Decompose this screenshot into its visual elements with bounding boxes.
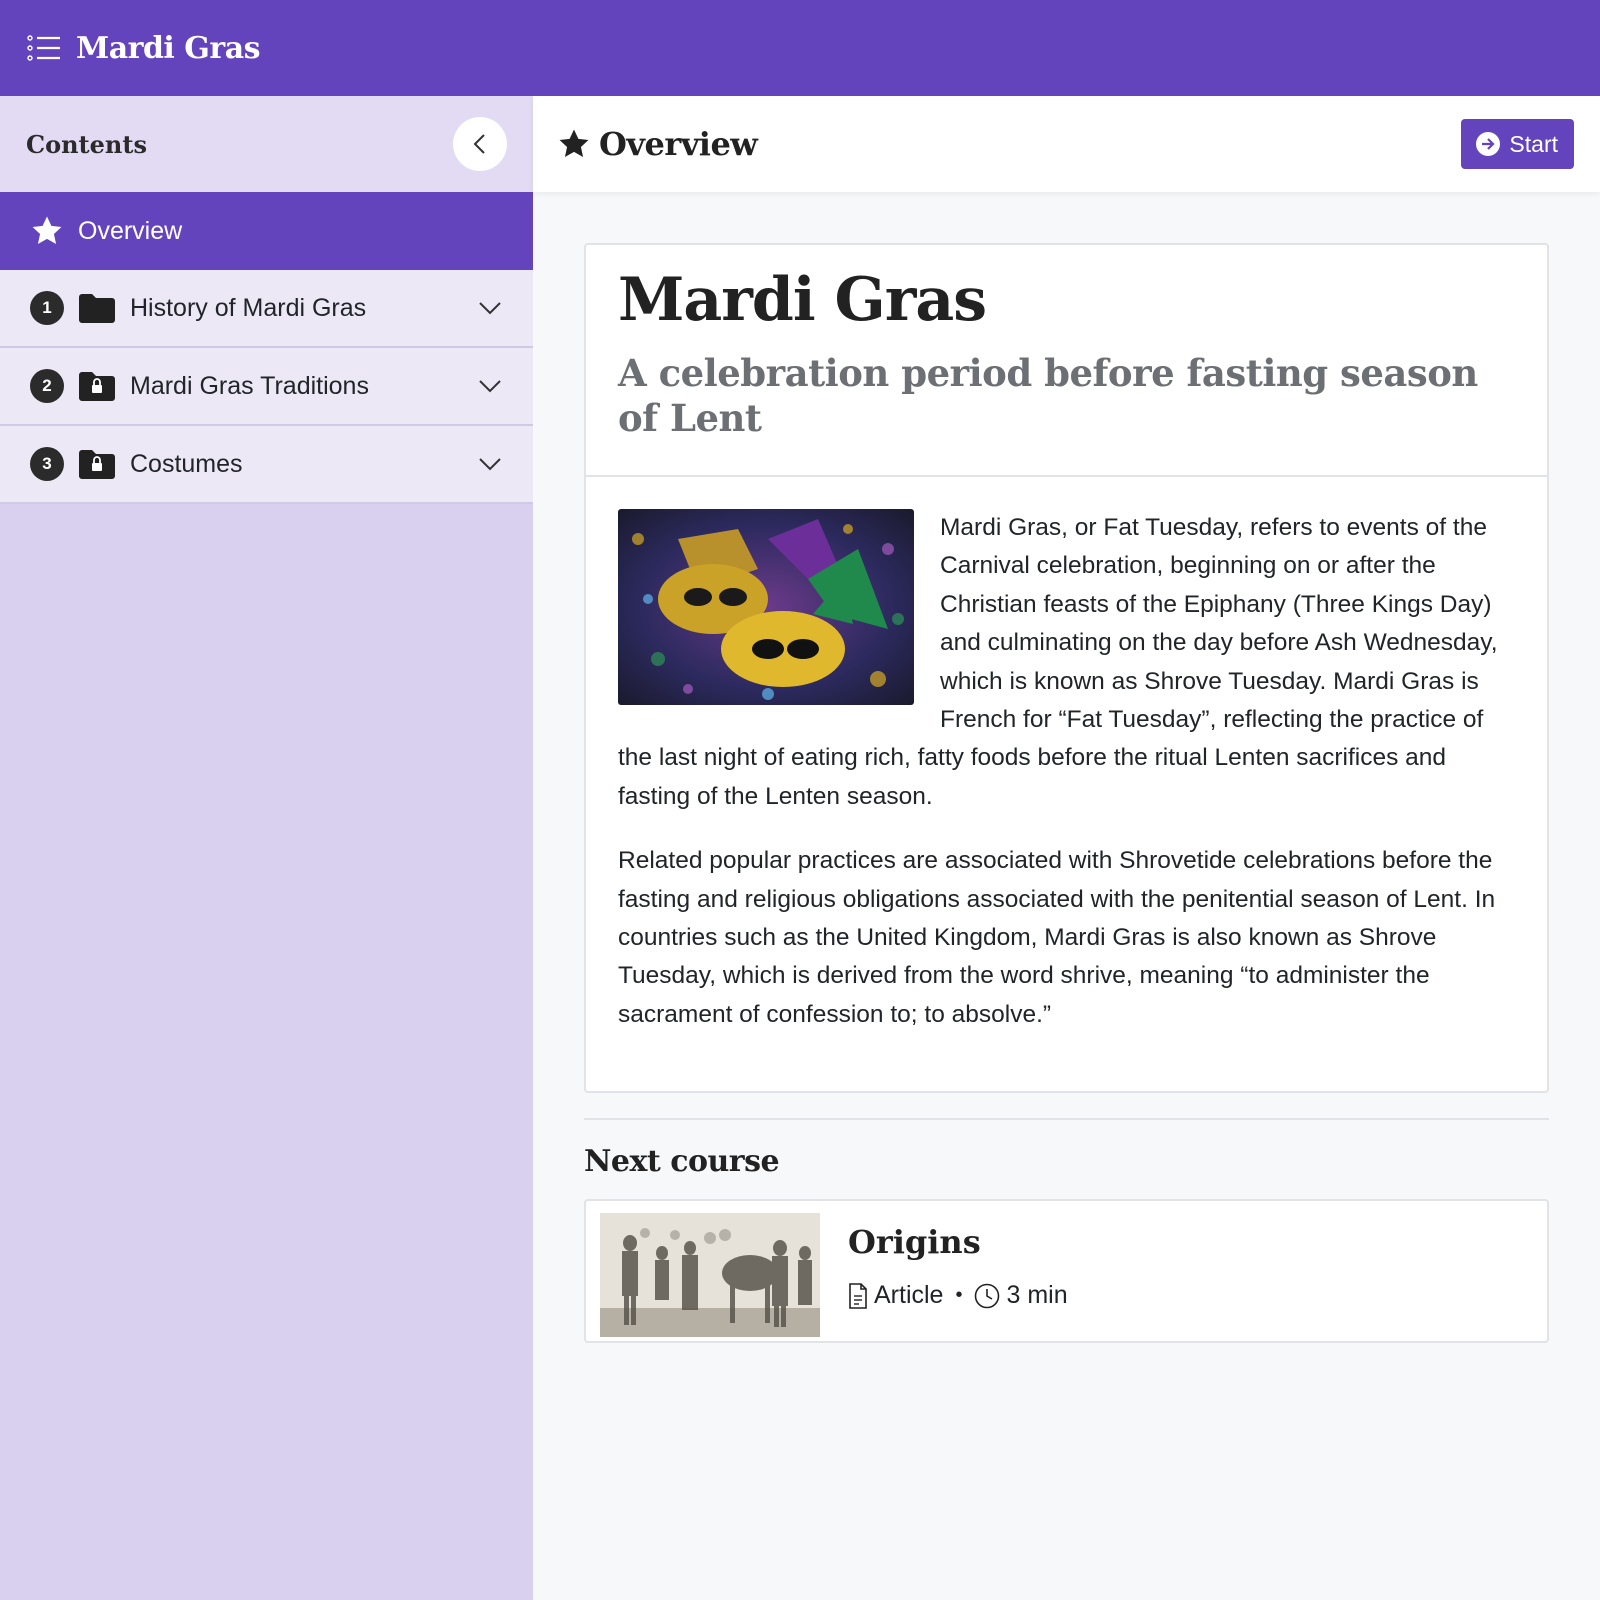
arrow-right-circle-icon bbox=[1476, 132, 1501, 156]
mardi-gras-masks-image bbox=[618, 509, 914, 705]
start-button-label: Start bbox=[1509, 130, 1558, 157]
folder-lock-icon bbox=[78, 369, 116, 403]
folder-lock-icon bbox=[78, 447, 116, 481]
sidebar-item-label: Overview bbox=[78, 216, 183, 245]
page-title: Overview bbox=[557, 125, 758, 163]
sidebar-item-label: History of Mardi Gras bbox=[130, 293, 367, 322]
sidebar-item-overview[interactable]: Overview bbox=[0, 192, 533, 270]
clock-icon bbox=[975, 1283, 1000, 1308]
app-title: Mardi Gras bbox=[76, 30, 261, 66]
star-icon bbox=[559, 129, 589, 158]
next-course-card[interactable]: Origins Article • 3 min bbox=[584, 1199, 1549, 1343]
course-meta: Article • 3 min bbox=[848, 1281, 1068, 1310]
historical-engraving-image bbox=[600, 1213, 820, 1337]
sidebar-item-label: Mardi Gras Traditions bbox=[130, 371, 369, 400]
step-number-badge: 3 bbox=[30, 447, 64, 481]
list-menu-icon[interactable] bbox=[26, 33, 62, 63]
sidebar: Contents Overview 1 History of Mardi Gra… bbox=[0, 96, 533, 1600]
sidebar-item-costumes[interactable]: 3 Costumes bbox=[0, 426, 533, 504]
overview-paragraph: Related popular practices are associated… bbox=[618, 847, 1496, 1028]
page-title-text: Overview bbox=[599, 125, 758, 163]
sidebar-item-history[interactable]: 1 History of Mardi Gras bbox=[0, 270, 533, 348]
sidebar-title: Contents bbox=[26, 129, 147, 159]
chevron-down-icon[interactable] bbox=[477, 379, 503, 393]
sidebar-item-traditions[interactable]: 2 Mardi Gras Traditions bbox=[0, 348, 533, 426]
overview-card: Mardi Gras A celebration period before f… bbox=[584, 243, 1549, 1093]
section-divider bbox=[584, 1118, 1549, 1120]
chevron-down-icon[interactable] bbox=[477, 457, 503, 471]
sidebar-item-label: Costumes bbox=[130, 449, 243, 478]
card-subtitle: A celebration period before fasting seas… bbox=[618, 351, 1478, 440]
course-type: Article bbox=[874, 1281, 944, 1309]
meta-separator: • bbox=[955, 1284, 963, 1306]
course-name: Origins bbox=[848, 1223, 981, 1261]
step-number-badge: 1 bbox=[30, 291, 64, 325]
star-icon bbox=[32, 216, 62, 245]
document-icon bbox=[849, 1282, 867, 1309]
start-button[interactable]: Start bbox=[1461, 119, 1574, 169]
content-header: Overview Start bbox=[533, 96, 1600, 192]
step-number-badge: 2 bbox=[30, 369, 64, 403]
card-header: Mardi Gras A celebration period before f… bbox=[586, 245, 1547, 477]
main-content: Overview Start Mardi Gras A celebration … bbox=[533, 96, 1600, 1600]
sidebar-header: Contents bbox=[0, 96, 533, 192]
folder-icon bbox=[78, 291, 116, 325]
card-body: Mardi Gras, or Fat Tuesday, refers to ev… bbox=[586, 477, 1547, 1034]
next-course-heading: Next course bbox=[584, 1144, 780, 1179]
course-duration: 3 min bbox=[1006, 1281, 1068, 1309]
chevron-left-icon bbox=[473, 134, 485, 154]
card-title: Mardi Gras bbox=[618, 265, 987, 335]
collapse-sidebar-button[interactable] bbox=[453, 117, 507, 171]
chevron-down-icon[interactable] bbox=[477, 301, 503, 315]
top-bar: Mardi Gras bbox=[0, 0, 1600, 96]
